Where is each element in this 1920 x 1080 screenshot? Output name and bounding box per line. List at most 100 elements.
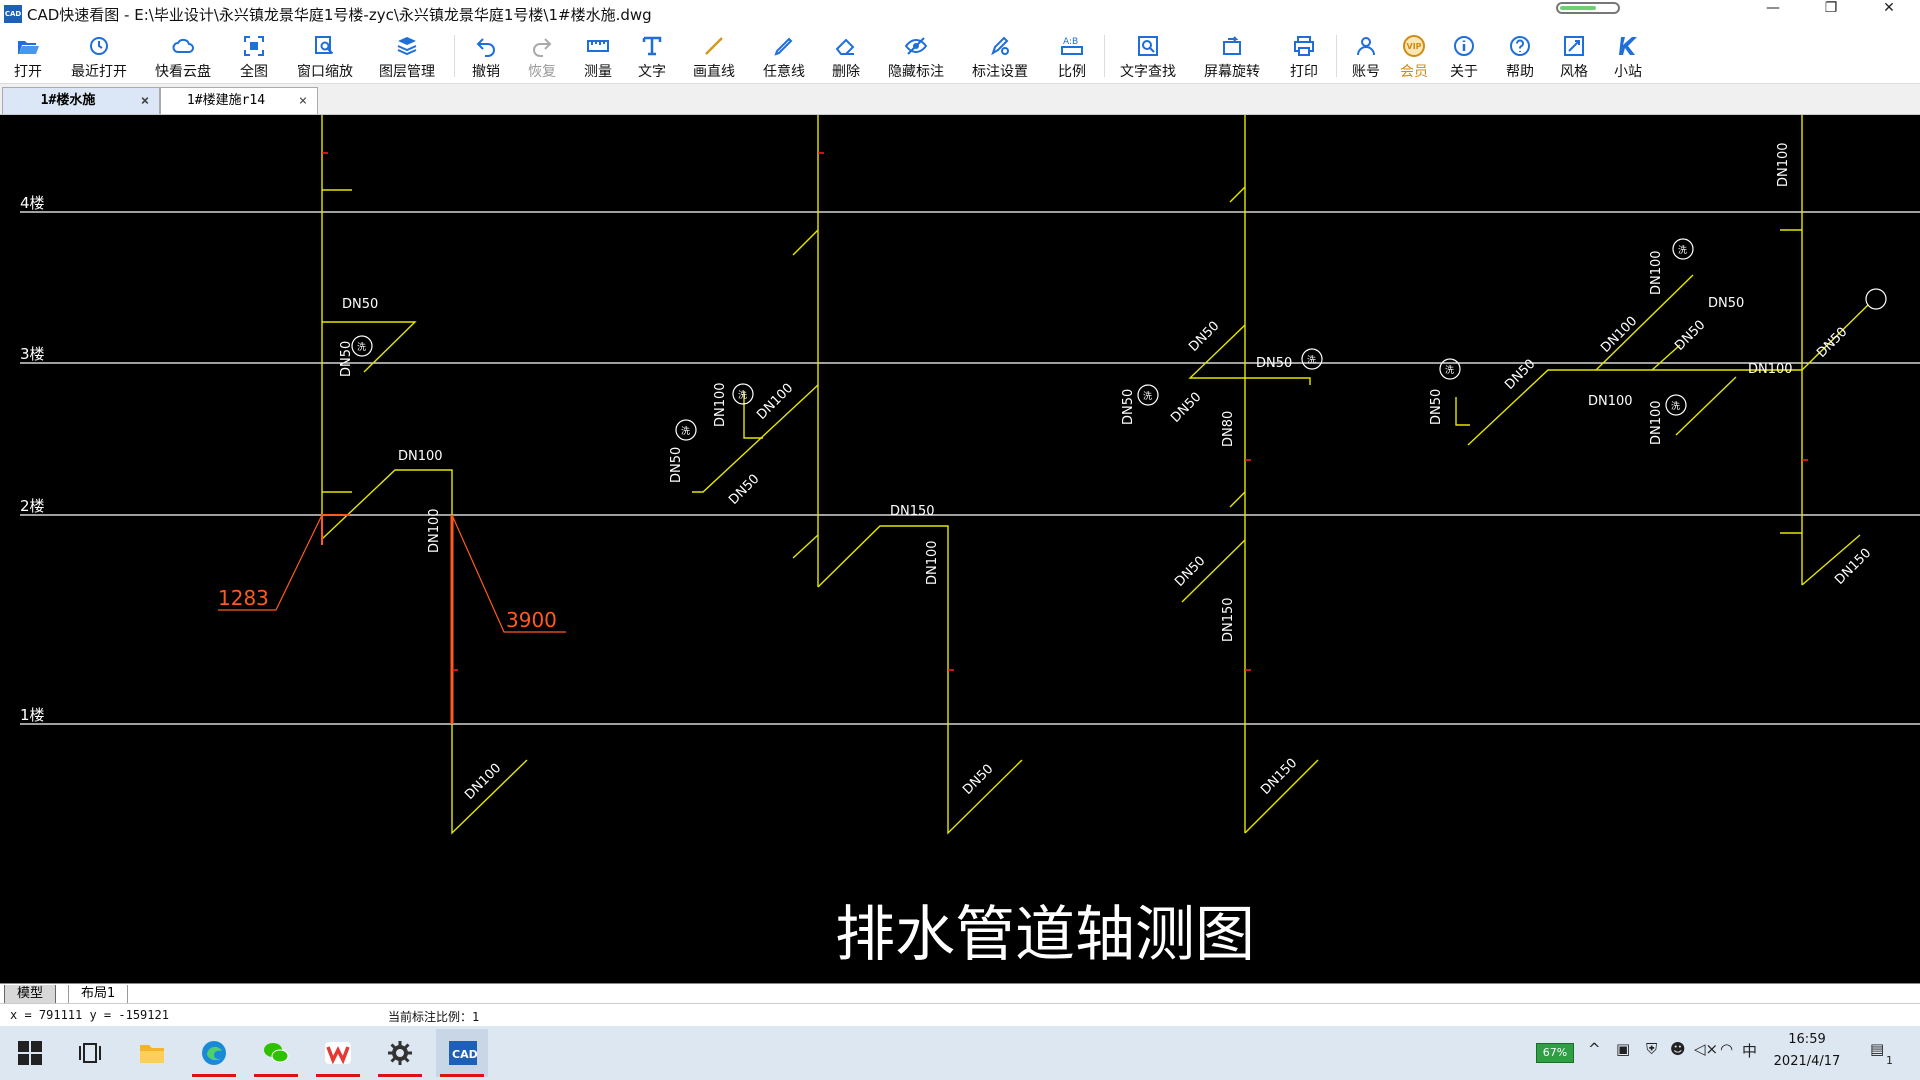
taskbar-wechat[interactable] [250, 1029, 302, 1077]
pipe-label: DN150 [1832, 546, 1874, 588]
eye-hide-icon [904, 37, 928, 55]
edge-browser-icon [202, 1041, 226, 1065]
tray-network-card-icon[interactable]: ▣ [1616, 1040, 1630, 1058]
tab-close-icon[interactable]: × [295, 88, 311, 114]
close-window-button[interactable]: ✕ [1860, 0, 1918, 29]
clock-time[interactable]: 16:59 [1772, 1032, 1842, 1047]
toolbar-vip-button[interactable]: VIP 会员 [1392, 29, 1436, 83]
toolbar-text-search-button[interactable]: 文字查找 [1112, 29, 1184, 83]
pipe-label: DN150 [890, 504, 935, 519]
app-logo-icon: CAD [4, 5, 22, 23]
toolbar-help-button[interactable]: 帮助 [1496, 29, 1544, 83]
pipe-label: DN50 [669, 447, 684, 483]
tab-close-icon[interactable]: × [137, 88, 153, 114]
start-button[interactable] [4, 1029, 56, 1077]
red-marks [322, 152, 1808, 671]
toolbar-delete-button[interactable]: 删除 [822, 29, 870, 83]
notification-count: 1 [1886, 1054, 1893, 1067]
layout-tab-layout1[interactable]: 布局1 [68, 985, 129, 1004]
tab-1-building-plan[interactable]: 1#楼建施r14 × [160, 87, 318, 114]
scale-icon: A:B [1061, 37, 1083, 55]
tray-chevron-up-icon[interactable]: ^ [1588, 1040, 1601, 1058]
pipe-label: DN50 [1168, 390, 1204, 426]
taskbar-wps[interactable] [312, 1029, 364, 1077]
station-icon [1619, 37, 1637, 55]
taskbar-settings[interactable] [374, 1029, 426, 1077]
toolbar-freeline-button[interactable]: 任意线 [756, 29, 812, 83]
toolbar-account-button[interactable]: 账号 [1342, 29, 1390, 83]
pipe-branch [1229, 491, 1246, 508]
notification-center-icon[interactable]: ▤ [1870, 1040, 1884, 1058]
toolbar-layers-button[interactable]: 图层管理 [372, 29, 442, 83]
tray-qq-icon[interactable]: ☻ [1670, 1040, 1686, 1058]
fixture-tag: 洗 [738, 389, 747, 401]
toolbar-zoom-window-button[interactable]: 窗口缩放 [290, 29, 360, 83]
taskbar-file-explorer[interactable] [126, 1029, 178, 1077]
file-explorer-icon [140, 1045, 164, 1063]
user-icon [1357, 37, 1375, 56]
pipe-branch [792, 229, 819, 256]
toolbar-recent-button[interactable]: 最近打开 [64, 29, 134, 83]
restore-button[interactable]: ❐ [1802, 0, 1860, 29]
svg-text:A:B: A:B [1063, 37, 1078, 47]
battery-indicator[interactable]: 67% [1536, 1043, 1574, 1063]
taskbar-edge[interactable] [188, 1029, 240, 1077]
toolbar-annotation-settings-button[interactable]: 标注设置 [964, 29, 1036, 83]
clock-history-icon [90, 37, 108, 55]
pipe-branch-dn100 [1675, 376, 1737, 436]
toolbar-separator [1104, 35, 1105, 77]
tray-volume-mute-icon[interactable]: ◁× [1694, 1040, 1718, 1058]
windows-taskbar: CAD 67% ^ ▣ ⛨ ☻ ◁× ◠ 中 16:59 2021/4/17 ▤… [0, 1026, 1920, 1080]
fixture-tag: 洗 [681, 425, 690, 437]
pipe-riser [1455, 397, 1470, 426]
tab-1-water-plan[interactable]: 1#楼水施 × [2, 87, 160, 114]
drawing-svg[interactable]: 4楼 3楼 2楼 1楼 洗 洗 洗 洗 洗 洗 洗 洗 DN50 DN50 DN… [0, 115, 1920, 983]
cursor-coordinates: x = 791111 y = -159121 [10, 1008, 169, 1022]
pipe-label: DN100 [1776, 142, 1791, 187]
pipe-label: DN50 [1256, 356, 1292, 371]
fixture-symbol [1865, 288, 1887, 310]
pipe-label: DN50 [1672, 318, 1708, 354]
floor-lines [20, 211, 1920, 725]
layout-tab-model[interactable]: 模型 [4, 985, 57, 1004]
tray-wifi-icon[interactable]: ◠ [1720, 1040, 1733, 1058]
clock-date[interactable]: 2021/4/17 [1764, 1054, 1850, 1069]
svg-text:VIP: VIP [1407, 42, 1422, 51]
toolbar-cloud-button[interactable]: 快看云盘 [148, 29, 218, 83]
pipe-label: DN50 [960, 762, 996, 798]
pipe-label: DN100 [462, 761, 504, 803]
vip-icon: VIP [1403, 35, 1425, 57]
taskbar-cad-viewer[interactable]: CAD [436, 1029, 488, 1077]
toolbar-about-button[interactable]: 关于 [1442, 29, 1486, 83]
toolbar-open-button[interactable]: 打开 [6, 29, 50, 83]
dimension-label: 1283 [218, 586, 269, 610]
pipe-branch [1229, 186, 1246, 203]
tray-security-icon[interactable]: ⛨ [1646, 1040, 1657, 1058]
toolbar-measure-button[interactable]: 测量 [574, 29, 622, 83]
fixture-tag: 洗 [1671, 400, 1680, 412]
toolbar-line-button[interactable]: 画直线 [686, 29, 742, 83]
text-search-icon [1138, 36, 1158, 56]
toolbar-undo-button[interactable]: 撤销 [462, 29, 510, 83]
pipe-label: DN50 [726, 472, 762, 508]
toolbar-scale-button[interactable]: A:B 比例 [1048, 29, 1096, 83]
toolbar-rotate-screen-button[interactable]: 屏幕旋转 [1196, 29, 1268, 83]
toolbar-style-button[interactable]: 风格 [1552, 29, 1596, 83]
svg-text:CAD: CAD [452, 1048, 478, 1061]
toolbar-separator [1336, 35, 1337, 77]
minimize-button[interactable]: — [1744, 0, 1802, 29]
toolbar-print-button[interactable]: 打印 [1280, 29, 1328, 83]
line-icon [705, 37, 723, 55]
toolbar-text-button[interactable]: 文字 [628, 29, 676, 83]
toolbar-station-button[interactable]: 小站 [1606, 29, 1650, 83]
toolbar-extents-button[interactable]: 全图 [230, 29, 278, 83]
pipe-size-labels: DN50 DN50 DN100 DN100 DN100 DN100 DN100 … [339, 142, 1874, 802]
printer-icon [1294, 36, 1314, 56]
dimension-marker [321, 514, 350, 545]
drawing-canvas[interactable]: 4楼 3楼 2楼 1楼 洗 洗 洗 洗 洗 洗 洗 洗 DN50 DN50 DN… [0, 115, 1920, 983]
tray-input-language[interactable]: 中 [1742, 1040, 1757, 1061]
toolbar-hide-annotation-button[interactable]: 隐藏标注 [880, 29, 952, 83]
toolbar-redo-button[interactable]: 恢复 [518, 29, 566, 83]
task-view-button[interactable] [64, 1029, 116, 1077]
eraser-icon [835, 38, 855, 55]
